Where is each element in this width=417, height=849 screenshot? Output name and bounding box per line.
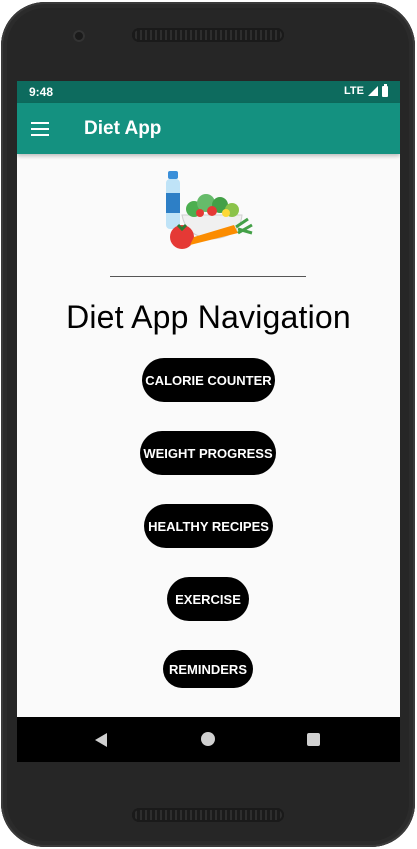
front-camera — [73, 30, 85, 42]
app-bar: Diet App — [17, 103, 400, 154]
app-title: Diet App — [84, 118, 162, 139]
home-circle-icon[interactable] — [201, 732, 215, 746]
exercise-button[interactable]: EXERCISE — [167, 577, 249, 621]
weight-progress-button[interactable]: WEIGHT PROGRESS — [140, 431, 276, 475]
battery-icon — [382, 83, 388, 97]
top-speaker — [132, 28, 284, 42]
hamburger-menu-icon[interactable] — [31, 117, 55, 141]
calorie-counter-button[interactable]: CALORIE COUNTER — [142, 358, 275, 402]
recents-square-icon[interactable] — [307, 733, 320, 746]
page-title: Diet App Navigation — [66, 299, 351, 335]
diet-food-illustration — [166, 171, 253, 249]
system-navigation-bar — [17, 717, 400, 762]
bottom-speaker — [132, 808, 284, 822]
signal-icon — [368, 86, 378, 96]
divider-line — [110, 276, 306, 277]
reminders-button[interactable]: REMINDERS — [163, 650, 253, 688]
network-type: LTE — [344, 85, 364, 97]
back-triangle-icon[interactable] — [95, 733, 107, 747]
status-indicators: LTE — [344, 83, 388, 97]
healthy-recipes-button[interactable]: HEALTHY RECIPES — [144, 504, 273, 548]
status-time: 9:48 — [29, 85, 54, 99]
phone-screen: 9:48 LTE Diet App Diet App Navigation CA… — [17, 81, 400, 762]
status-bar: 9:48 LTE — [17, 81, 400, 103]
